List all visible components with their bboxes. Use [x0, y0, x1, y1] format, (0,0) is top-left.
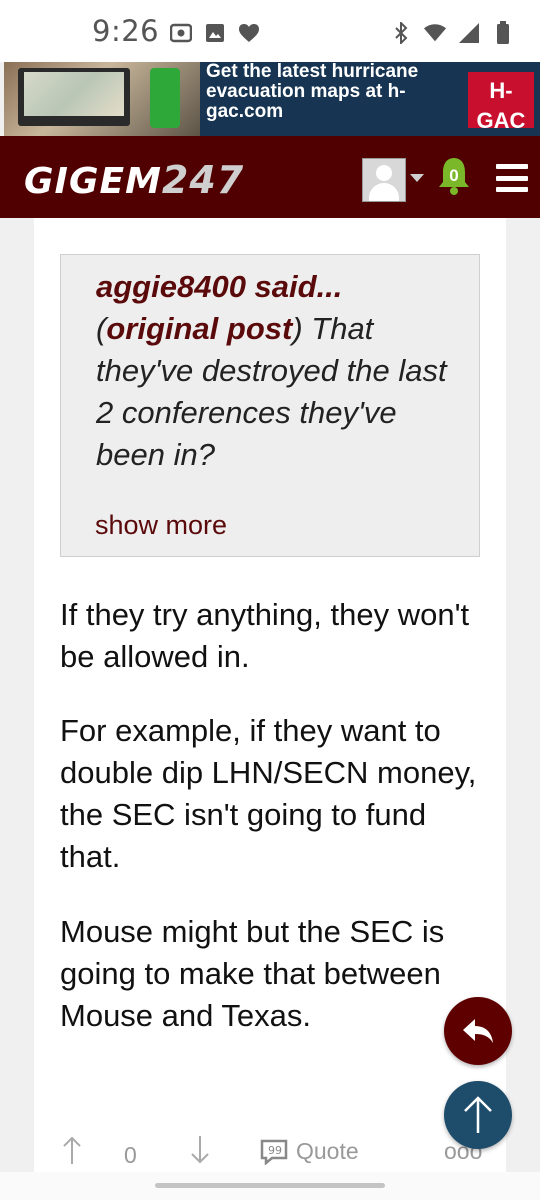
ad-text: Get the latest hurricane evacuation maps… — [206, 62, 419, 122]
status-icons-left — [170, 22, 260, 44]
signal-icon — [458, 22, 480, 44]
ad-image — [4, 62, 200, 136]
status-icons-right — [390, 21, 514, 44]
arrow-up-icon — [464, 1096, 492, 1133]
quote-text: aggie8400 said... (original post) That t… — [96, 269, 447, 472]
reply-button[interactable] — [444, 997, 512, 1065]
status-time: 9:26 — [92, 14, 160, 48]
heart-icon — [238, 22, 260, 44]
hamburger-menu-icon[interactable] — [496, 164, 528, 192]
svg-text:99: 99 — [268, 1144, 282, 1157]
quote-button[interactable]: 99 Quote — [260, 1138, 359, 1165]
upvote-icon[interactable] — [60, 1134, 84, 1172]
site-logo[interactable]: GIGEM247 — [24, 158, 244, 202]
post-actions: 0 99 Quote ooo — [60, 1134, 500, 1174]
notification-count: 0 — [449, 166, 459, 185]
bell-icon[interactable]: 0 — [436, 156, 472, 196]
battery-icon — [492, 21, 514, 44]
image-icon — [204, 22, 226, 44]
post-paragraph: Mouse might but the SEC is going to make… — [60, 914, 445, 1033]
scroll-to-top-button[interactable] — [444, 1081, 512, 1149]
bluetooth-icon — [390, 22, 412, 44]
screen-cast-icon — [170, 22, 192, 44]
avatar[interactable] — [362, 158, 406, 202]
post-paragraph: If they try anything, they won't be allo… — [60, 597, 470, 674]
ad-logo: H-GAC — [468, 72, 534, 133]
wifi-icon — [424, 22, 446, 44]
status-bar: 9:26 — [0, 0, 540, 62]
chevron-down-icon[interactable] — [410, 174, 424, 182]
ad-banner[interactable]: Get the latest hurricane evacuation maps… — [4, 62, 540, 136]
post-paragraph: For example, if they want to double dip … — [60, 713, 477, 874]
vote-count: 0 — [124, 1142, 137, 1168]
reply-icon — [463, 1019, 493, 1043]
quote-label: Quote — [296, 1138, 359, 1164]
original-post-link[interactable]: original post — [106, 311, 292, 346]
home-indicator[interactable] — [155, 1183, 385, 1188]
show-more-link[interactable]: show more — [95, 510, 227, 541]
quote-author[interactable]: aggie8400 said... — [96, 269, 342, 304]
downvote-icon[interactable] — [188, 1134, 212, 1172]
site-header: GIGEM247 0 — [0, 136, 540, 218]
quote-icon: 99 — [260, 1139, 288, 1165]
